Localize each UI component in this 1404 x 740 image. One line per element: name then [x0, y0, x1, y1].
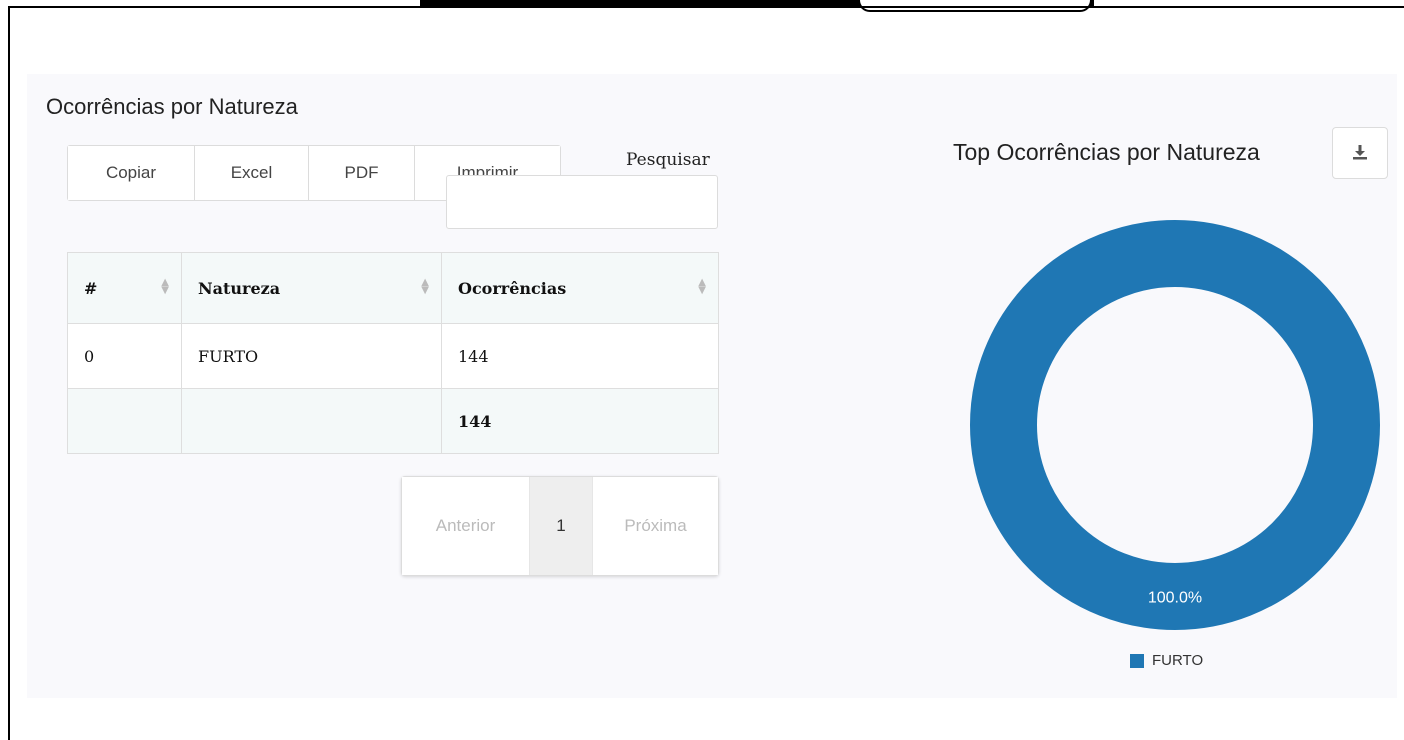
page-1-button[interactable]: 1 — [530, 477, 593, 575]
sort-icon: ▲ ▼ — [161, 277, 169, 296]
slice-label: 100.0% — [1148, 590, 1202, 607]
column-header-ocorrencias[interactable]: Ocorrências ▲ ▼ — [441, 252, 719, 324]
donut-chart: 100.0% — [970, 220, 1380, 630]
table-header-row: # ▲ ▼ Natureza ▲ ▼ Ocorrências ▲ ▼ — [67, 252, 719, 324]
column-header-index-label: # — [84, 278, 98, 298]
cell-ocorrencias: 144 — [441, 323, 719, 389]
next-page-button[interactable]: Próxima — [593, 477, 718, 575]
search-input[interactable] — [446, 175, 718, 229]
table-total-row: 144 — [67, 388, 719, 454]
column-header-ocorrencias-label: Ocorrências — [458, 278, 567, 298]
copy-button[interactable]: Copiar — [68, 146, 195, 200]
pdf-button[interactable]: PDF — [309, 146, 415, 200]
legend-swatch[interactable] — [1130, 653, 1144, 668]
cell-natureza: FURTO — [181, 323, 442, 389]
pagination: Anterior 1 Próxima — [401, 476, 719, 576]
total-cell-ocorrencias: 144 — [441, 388, 719, 454]
section-title: Ocorrências por Natureza — [46, 94, 298, 119]
frame-left-border — [8, 6, 10, 740]
download-button[interactable] — [1332, 127, 1388, 179]
sort-icon: ▲ ▼ — [421, 277, 429, 296]
total-cell-index — [67, 388, 182, 454]
legend-label[interactable]: FURTO — [1152, 652, 1203, 669]
previous-page-button[interactable]: Anterior — [402, 477, 530, 575]
chart-title: Top Ocorrências por Natureza — [953, 139, 1260, 165]
frame-top-border — [8, 6, 1404, 8]
search-label: Pesquisar — [626, 150, 710, 170]
chart-legend: FURTO — [1130, 652, 1203, 669]
data-table: # ▲ ▼ Natureza ▲ ▼ Ocorrências ▲ ▼ 0 FURTO … — [67, 252, 719, 454]
table-row: 0 FURTO 144 — [67, 323, 719, 389]
pie-slice-furto[interactable] — [970, 220, 1380, 630]
column-header-index[interactable]: # ▲ ▼ — [67, 252, 182, 324]
total-cell-natureza — [181, 388, 442, 454]
excel-button[interactable]: Excel — [195, 146, 309, 200]
column-header-natureza-label: Natureza — [198, 278, 281, 298]
download-icon — [1353, 144, 1367, 159]
sort-icon: ▲ ▼ — [698, 277, 706, 296]
cell-index: 0 — [67, 323, 182, 389]
column-header-natureza[interactable]: Natureza ▲ ▼ — [181, 252, 442, 324]
